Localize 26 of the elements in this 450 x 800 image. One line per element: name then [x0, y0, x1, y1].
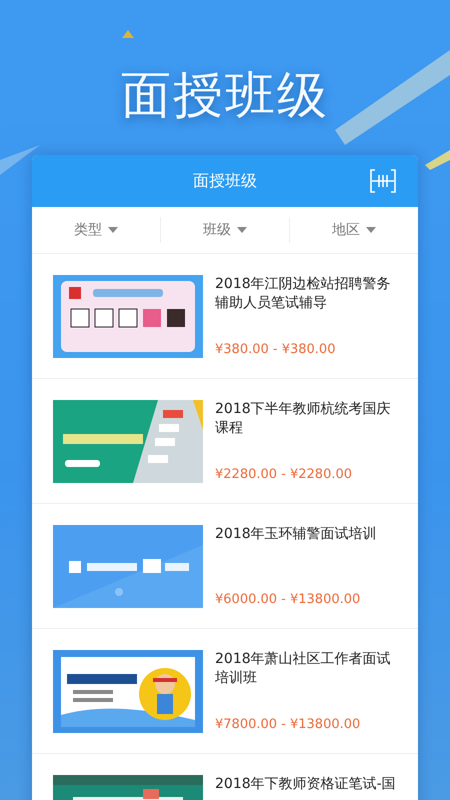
filter-dropdown[interactable]: 类型 [32, 215, 160, 245]
triangle-icon [122, 30, 134, 38]
caret-icon [237, 227, 247, 233]
stripe-decoration [0, 145, 40, 175]
caret-icon [366, 227, 376, 233]
course-price: ¥2280.00 - ¥2280.00 [215, 467, 354, 483]
card-title: 面授班级 [193, 170, 257, 192]
course-price: ¥7800.00 - ¥13800.00 [215, 717, 362, 733]
course-title: 2018年玉环辅警面试培训 [215, 525, 378, 544]
course-price: ¥380.00 - ¥380.00 [215, 342, 336, 358]
course-title: 2018年萧山社区工作者面试培训班 [215, 650, 392, 688]
course-title: 2018年江阴边检站招聘警务辅助人员笔试辅导 [215, 275, 392, 313]
filter-dropdown[interactable]: 班级 [161, 215, 289, 245]
course-item[interactable]: 2018年萧山社区工作者面试培训班 ¥7800.00 - ¥13800.00 [32, 629, 418, 754]
stripe-decoration [425, 150, 450, 170]
course-item[interactable]: 2018下半年教师杭统考国庆课程 ¥2280.00 - ¥2280.00 [32, 379, 418, 504]
course-item[interactable]: 2018年玉环辅警面试培训 ¥6000.00 - ¥13800.00 [32, 504, 418, 629]
filter-dropdown[interactable]: 地区 [290, 215, 418, 245]
page-title: 面授班级 [121, 65, 329, 126]
course-item[interactable]: 2018年江阴边检站招聘警务辅助人员笔试辅导 ¥380.00 - ¥380.00 [32, 254, 418, 379]
course-item[interactable]: 2018年下教师资格证笔试-国 [32, 754, 418, 800]
course-title: 2018下半年教师杭统考国庆课程 [215, 400, 392, 438]
caret-icon [108, 227, 118, 233]
course-title: 2018年下教师资格证笔试-国 [215, 775, 397, 794]
scan-icon[interactable] [370, 169, 396, 193]
course-price: ¥6000.00 - ¥13800.00 [215, 592, 362, 608]
